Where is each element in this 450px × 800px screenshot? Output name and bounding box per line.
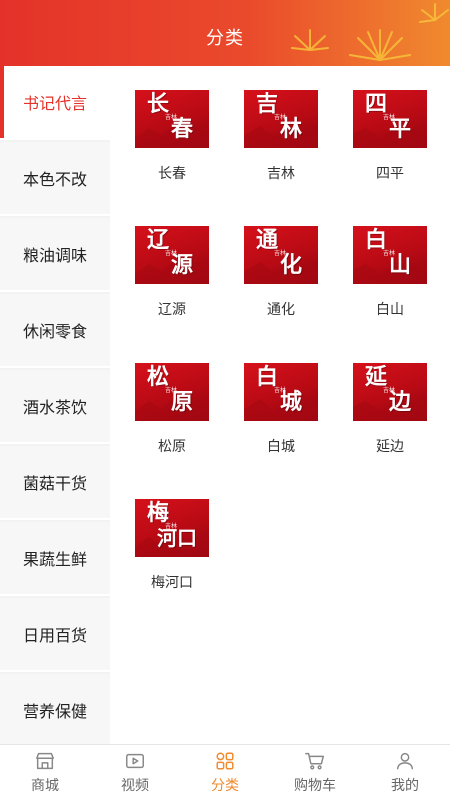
grid-item-label: 梅河口 (151, 575, 193, 591)
grid-item-label: 白城 (267, 439, 295, 455)
grid-item-liaoyuan[interactable]: 辽 吉林 源 辽源 (127, 226, 217, 319)
nav-category[interactable]: 分类 (180, 745, 270, 800)
sidebar-item-guoshu-shengxian[interactable]: 果蔬生鲜 (0, 522, 110, 596)
city-thumbnail: 白 吉林 山 (353, 226, 427, 284)
grid-item-label: 延边 (376, 439, 404, 455)
city-thumbnail: 长 吉林 春 (135, 90, 209, 148)
city-thumbnail: 通 吉林 化 (244, 226, 318, 284)
sidebar-item-liangyou-tiaowei[interactable]: 粮油调味 (0, 218, 110, 292)
city-thumbnail: 白 吉林 城 (244, 363, 318, 421)
city-thumbnail: 吉 吉林 林 (244, 90, 318, 148)
grid-item-tonghua[interactable]: 通 吉林 化 通化 (236, 226, 326, 319)
sidebar-item-bense-bugai[interactable]: 本色不改 (0, 142, 110, 216)
sidebar-item-jungu-ganhuo[interactable]: 菌菇干货 (0, 446, 110, 520)
sidebar-item-xiuxian-lingshi[interactable]: 休闲零食 (0, 294, 110, 368)
video-icon (126, 753, 144, 769)
bottom-navigation: 商城 视频 分类 购物车 我的 (0, 744, 450, 800)
grid-item-label: 吉林 (267, 166, 295, 182)
grid-item-siping[interactable]: 四 吉林 平 四平 (345, 90, 435, 183)
grid-item-label: 辽源 (158, 302, 186, 318)
sidebar-item-yingyang-baojian[interactable]: 营养保健 (0, 674, 110, 748)
city-thumbnail: 四 吉林 平 (353, 90, 427, 148)
city-thumbnail: 辽 吉林 源 (135, 226, 209, 284)
nav-video-label: 视频 (121, 778, 149, 794)
user-icon (396, 752, 414, 770)
page-title: 分类 (206, 28, 244, 49)
grid-item-baicheng[interactable]: 白 吉林 城 白城 (236, 363, 326, 456)
cart-icon (305, 752, 324, 770)
nav-video[interactable]: 视频 (90, 745, 180, 800)
grid-item-meihekou[interactable]: 梅 吉林 河口 梅河口 (127, 499, 217, 592)
city-thumbnail: 延 吉林 边 (353, 363, 427, 421)
city-thumbnail: 梅 吉林 河口 (135, 499, 209, 557)
nav-cart[interactable]: 购物车 (270, 745, 360, 800)
grid-item-label: 白山 (376, 302, 404, 318)
nav-category-label: 分类 (211, 778, 239, 794)
nav-store-label: 商城 (31, 778, 59, 794)
grid-item-jilin[interactable]: 吉 吉林 林 吉林 (236, 90, 326, 183)
grid-item-label: 松原 (158, 439, 186, 455)
grid-item-label: 四平 (376, 166, 404, 182)
grid-item-label: 通化 (267, 302, 295, 318)
nav-profile-label: 我的 (391, 778, 419, 794)
top-header: 分类 (0, 0, 450, 66)
grid-item-changchun[interactable]: 长 吉林 春 长春 (127, 90, 217, 183)
category-grid: 长 吉林 春 长春 吉 吉林 林 吉林 四 吉林 平 四平 辽 吉林 源 辽源 … (110, 66, 450, 744)
grid-item-yanbian[interactable]: 延 吉林 边 延边 (345, 363, 435, 456)
nav-store[interactable]: 商城 (0, 745, 90, 800)
store-icon (36, 752, 54, 770)
sidebar-item-riyong-baihuo[interactable]: 日用百货 (0, 598, 110, 672)
grid-item-baishan[interactable]: 白 吉林 山 白山 (345, 226, 435, 319)
nav-cart-label: 购物车 (294, 778, 336, 794)
category-icon (216, 752, 234, 770)
grid-item-songyuan[interactable]: 松 吉林 原 松原 (127, 363, 217, 456)
grid-item-label: 长春 (158, 166, 186, 182)
sidebar-item-jiushui-chayin[interactable]: 酒水茶饮 (0, 370, 110, 444)
city-thumbnail: 松 吉林 原 (135, 363, 209, 421)
nav-profile[interactable]: 我的 (360, 745, 450, 800)
category-sidebar: 书记代言 本色不改 粮油调味 休闲零食 酒水茶饮 菌菇干货 果蔬生鲜 日用百货 … (0, 66, 110, 748)
sidebar-item-shuji-daiyan[interactable]: 书记代言 (0, 66, 110, 140)
